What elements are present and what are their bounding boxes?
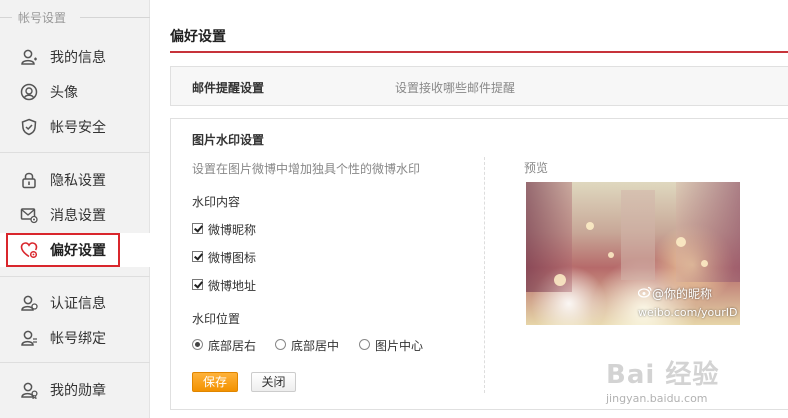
sidebar-item-label: 认证信息	[50, 296, 106, 312]
avatar-icon	[20, 83, 38, 101]
sidebar-item-label: 消息设置	[50, 208, 106, 224]
preview-label: 预览	[524, 161, 549, 175]
title-divider	[170, 51, 788, 53]
sidebar-item-label: 我的勋章	[50, 383, 106, 399]
sidebar-divider	[0, 362, 150, 363]
sidebar-item-my-info[interactable]: 我的信息	[0, 40, 150, 74]
mail-reminder-description: 设置接收哪些邮件提醒	[395, 81, 516, 95]
close-button[interactable]: 关闭	[251, 372, 296, 392]
sidebar-item-avatar[interactable]: 头像	[0, 75, 150, 109]
sidebar-divider	[0, 152, 150, 153]
sidebar-item-label: 偏好设置	[50, 243, 106, 259]
checkbox-checked[interactable]	[192, 223, 203, 234]
sidebar-item-account-binding[interactable]: 帐号绑定	[0, 321, 150, 355]
sidebar-item-messages[interactable]: 消息设置	[0, 198, 150, 232]
user-icon	[21, 49, 37, 65]
checkbox-checked[interactable]	[192, 251, 203, 262]
sidebar-header-label: 帐号设置	[18, 11, 67, 25]
sidebar-item-privacy[interactable]: 隐私设置	[0, 163, 150, 197]
preview-image: @你的昵称 weibo.com/yourID	[526, 182, 740, 325]
checkbox-label: 微博地址	[208, 279, 257, 293]
save-button[interactable]: 保存	[192, 372, 238, 392]
radio-label: 底部居右	[208, 339, 257, 353]
sidebar-item-preferences[interactable]: 偏好设置	[0, 233, 150, 267]
watermark-title: 图片水印设置	[192, 133, 265, 147]
watermark-description: 设置在图片微博中增加独具个性的微博水印	[192, 162, 421, 176]
sidebar: 帐号设置 我的信息 头像 帐号安全 隐私设置 消息设置 偏好设置 认证信息 帐号…	[0, 0, 150, 418]
radio-label: 图片中心	[375, 339, 424, 353]
mail-reminder-panel[interactable]: 邮件提醒设置 设置接收哪些邮件提醒	[170, 66, 788, 106]
vertical-divider	[484, 157, 485, 393]
bind-user-icon	[21, 330, 37, 346]
medal-icon	[21, 382, 38, 399]
sidebar-item-label: 隐私设置	[50, 173, 106, 189]
preview-watermark-nickname: @你的昵称	[652, 287, 713, 301]
verify-user-icon	[21, 295, 38, 311]
sidebar-item-label: 头像	[50, 85, 78, 101]
baidu-watermark-url: jingyan.baidu.com	[606, 392, 708, 405]
message-icon	[20, 208, 38, 224]
checkbox-label: 微博图标	[208, 251, 257, 265]
sidebar-item-my-medals[interactable]: 我的勋章	[0, 373, 150, 407]
checkbox-label: 微博昵称	[208, 223, 257, 237]
checkbox-checked[interactable]	[192, 279, 203, 290]
watermark-content-label: 水印内容	[192, 195, 241, 209]
preview-watermark-url: weibo.com/yourID	[638, 306, 738, 319]
radio-unselected[interactable]	[359, 339, 370, 350]
sidebar-header: 帐号设置	[0, 8, 150, 26]
sidebar-item-label: 我的信息	[50, 50, 106, 66]
weibo-logo-icon	[638, 286, 652, 298]
sidebar-item-label: 帐号绑定	[50, 331, 106, 347]
page-title: 偏好设置	[170, 29, 226, 45]
watermark-position-label: 水印位置	[192, 312, 241, 326]
lock-icon	[22, 172, 36, 189]
shield-icon	[21, 118, 37, 136]
sidebar-item-label: 帐号安全	[50, 120, 106, 136]
sidebar-item-verification[interactable]: 认证信息	[0, 286, 150, 320]
radio-unselected[interactable]	[275, 339, 286, 350]
heart-gear-icon	[20, 242, 38, 259]
radio-label: 底部居中	[291, 339, 340, 353]
sidebar-item-account-security[interactable]: 帐号安全	[0, 110, 150, 144]
radio-selected[interactable]	[192, 339, 203, 350]
sidebar-divider	[0, 276, 150, 277]
baidu-watermark-logo: Bai 经验	[606, 360, 720, 390]
mail-reminder-title: 邮件提醒设置	[192, 81, 265, 95]
